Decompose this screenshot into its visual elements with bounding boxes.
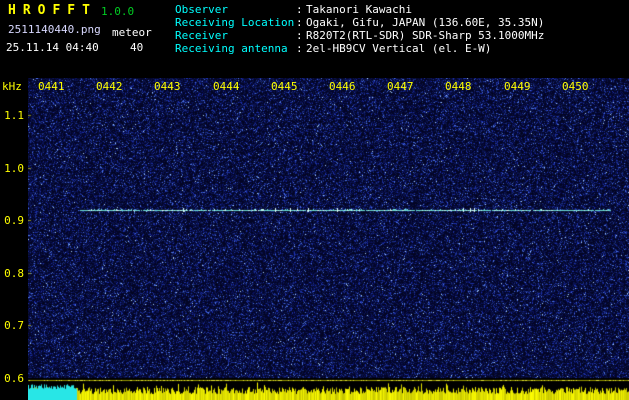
info-label: Receiving antenna [175, 42, 288, 55]
record-count: 40 [130, 41, 144, 54]
output-filename: 2511140440.png [8, 23, 101, 36]
record-datetime: 25.11.14 04:40 [6, 41, 99, 54]
spectrogram-canvas [28, 78, 629, 400]
app-version: 1.0.0 [101, 5, 135, 18]
info-row: Receiver: R820T2(RTL-SDR) SDR-Sharp 53.10… [175, 29, 544, 42]
info-row: Observer: Takanori Kawachi [175, 3, 544, 16]
app-title: HROFFT [8, 3, 97, 18]
info-label: Receiving Location [175, 16, 295, 29]
mode-label: meteor [112, 26, 152, 39]
info-value: R820T2(RTL-SDR) SDR-Sharp 53.1000MHz [306, 29, 545, 42]
hrofft-window: HROFFT 1.0.0 2511140440.png meteor 25.11… [0, 0, 629, 400]
info-value: 2el-HB9CV Vertical (el. E-W) [306, 42, 492, 55]
info-row: Receiving Location: Ogaki, Gifu, JAPAN (1… [175, 16, 544, 29]
y-axis-unit-label: kHz [2, 80, 22, 93]
frequency-tick-label: 1.1 [4, 109, 24, 122]
frequency-tick-label: 1.0 [4, 162, 24, 175]
station-info: Observer: Takanori Kawachi Receiving Locat… [175, 3, 544, 55]
info-row: Receiving antenna:2el-HB9CV Vertical (el… [175, 42, 544, 55]
info-colon: : [296, 3, 303, 16]
info-label: Receiver [175, 29, 228, 42]
info-value: Takanori Kawachi [306, 3, 412, 16]
frequency-tick-label: 0.8 [4, 267, 24, 280]
info-colon: : [296, 16, 303, 29]
frequency-tick-label: 0.9 [4, 214, 24, 227]
info-colon: : [296, 29, 303, 42]
header-panel: HROFFT 1.0.0 2511140440.png meteor 25.11… [0, 0, 629, 78]
info-colon: : [296, 42, 303, 55]
frequency-tick-label: 0.7 [4, 319, 24, 332]
info-value: Ogaki, Gifu, JAPAN (136.60E, 35.35N) [306, 16, 545, 29]
info-label: Observer [175, 3, 228, 16]
frequency-tick-label: 0.6 [4, 372, 24, 385]
